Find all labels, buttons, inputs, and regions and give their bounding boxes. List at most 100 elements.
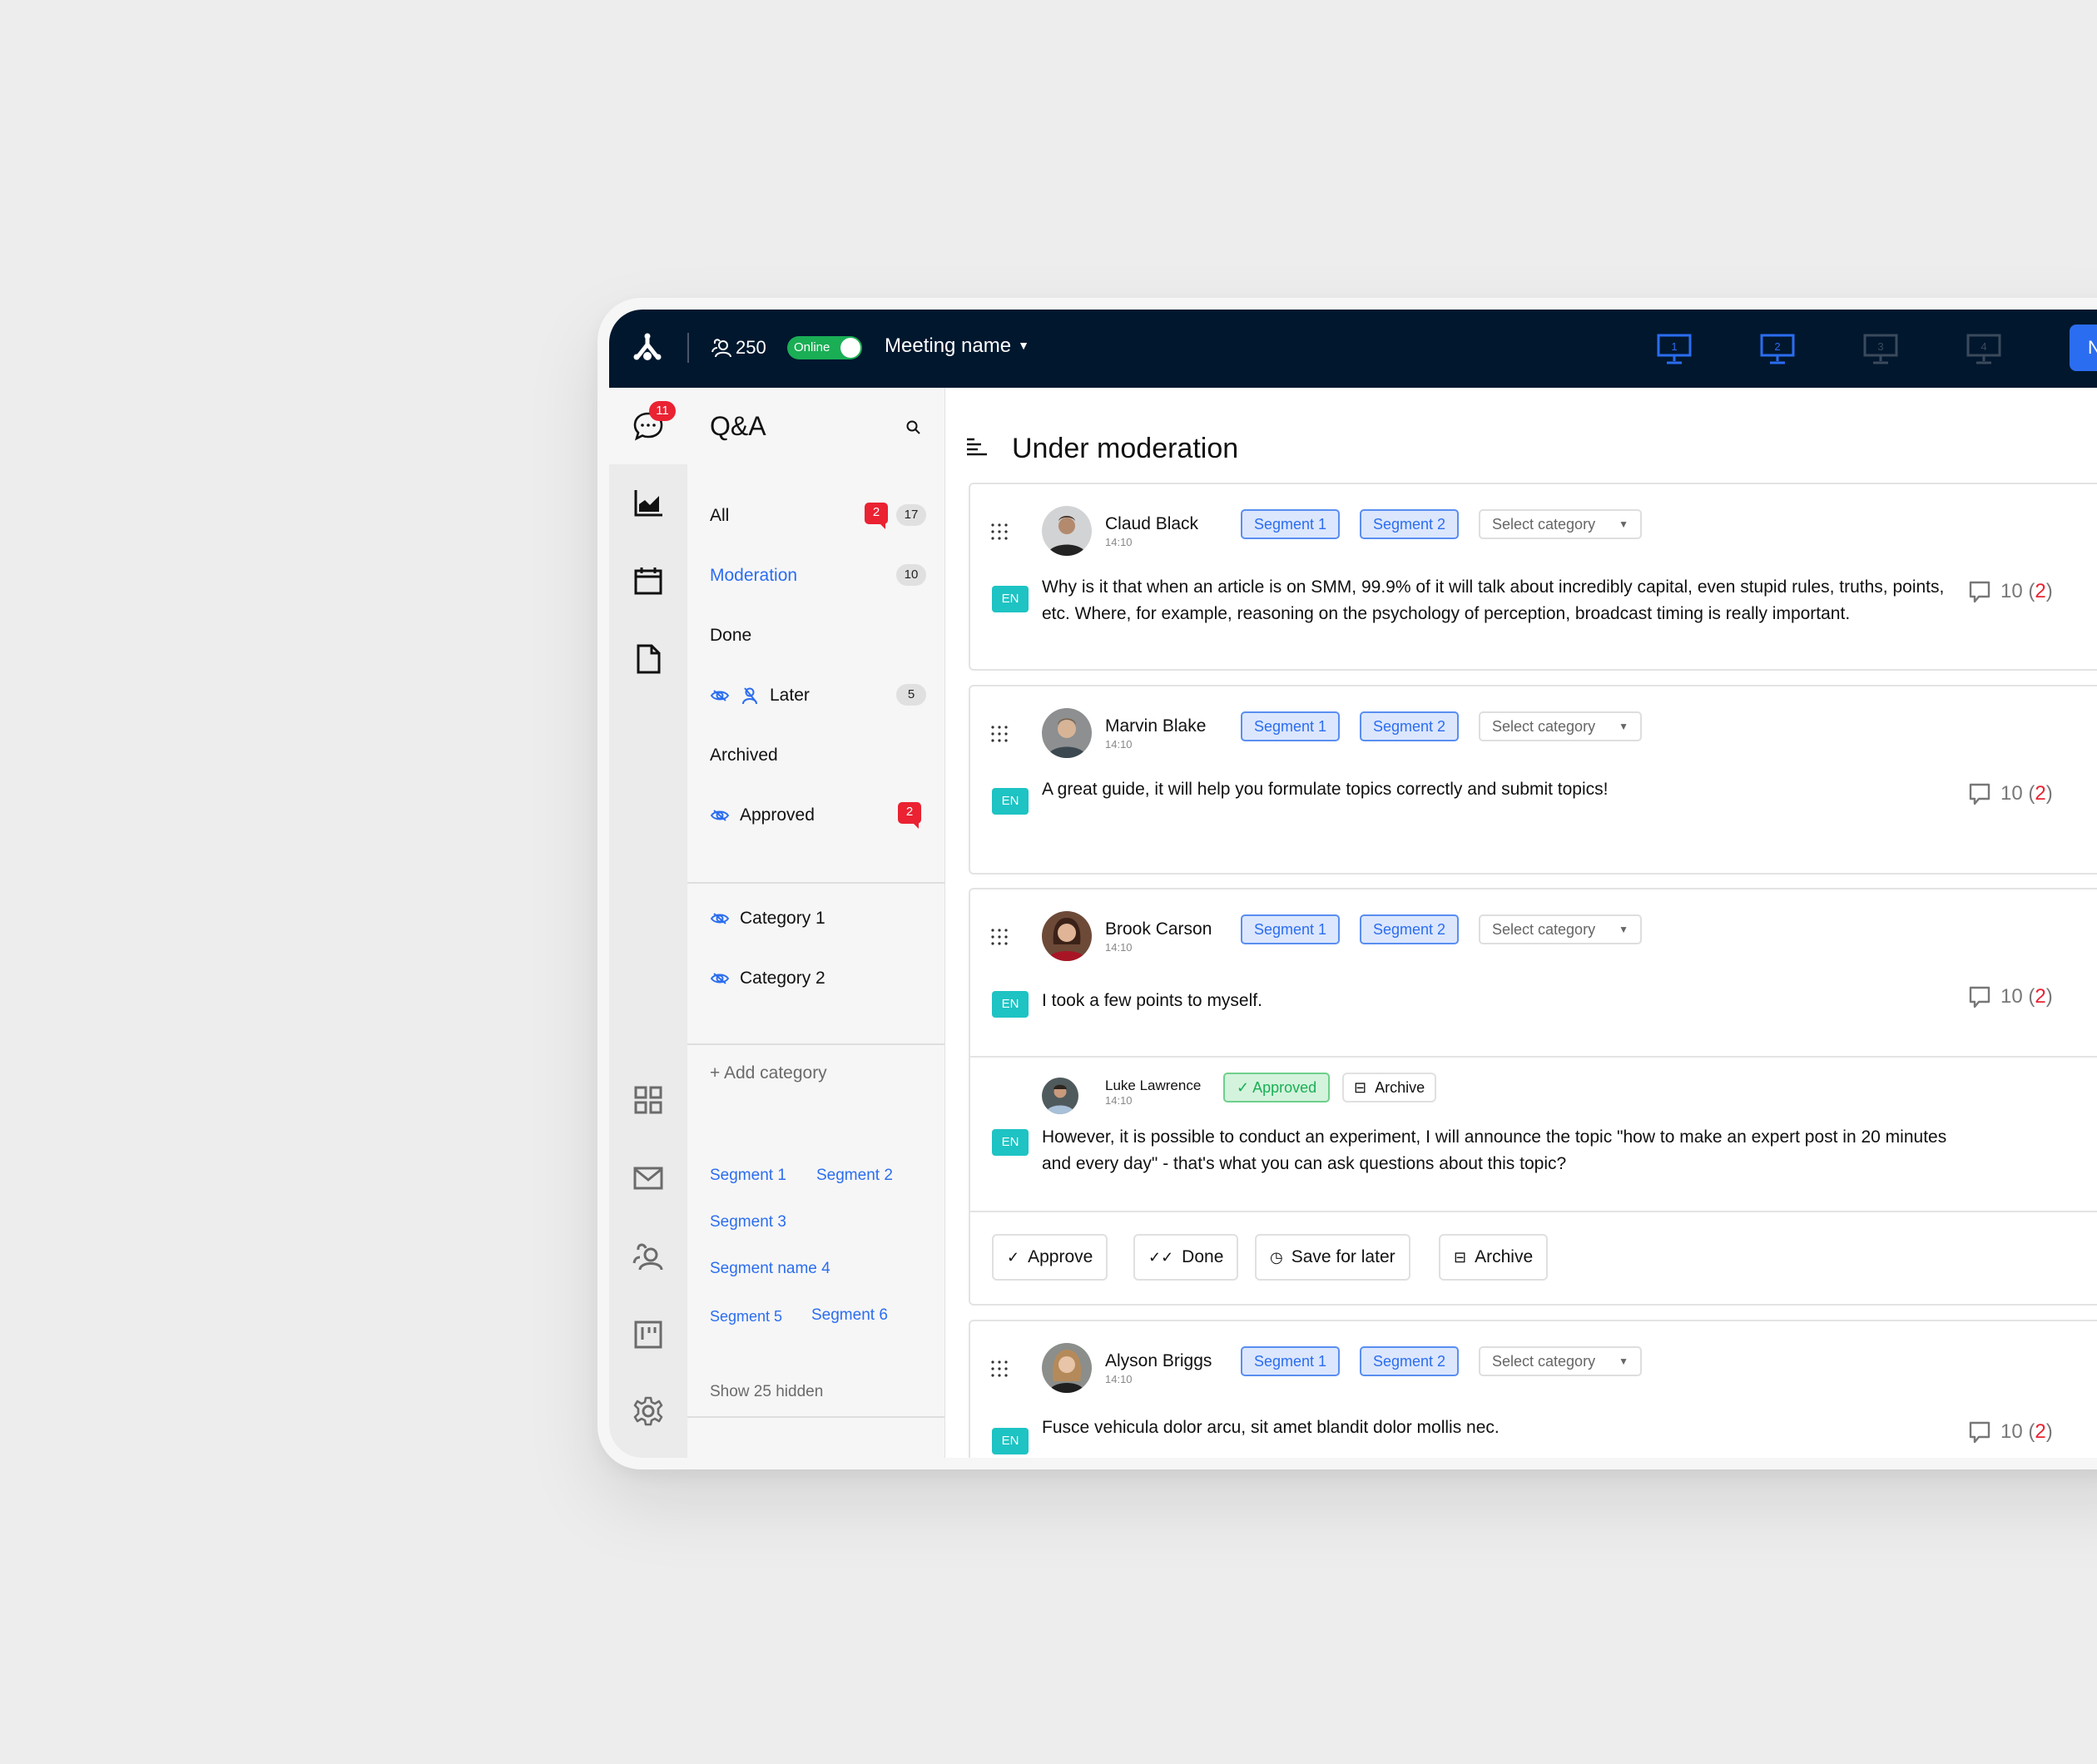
timestamp: 14:10 <box>1105 941 1133 954</box>
category-select[interactable]: Select category ▼ <box>1479 509 1642 539</box>
segment-link[interactable]: Segment 1 <box>710 1167 786 1185</box>
nav-item-approved[interactable]: Approved 2 <box>710 799 926 832</box>
rail-board-button[interactable] <box>632 1318 665 1351</box>
rail-documents-button[interactable] <box>632 642 665 676</box>
user-hidden-icon[interactable] <box>740 686 760 706</box>
button-label: Done <box>1182 1247 1224 1266</box>
qa-unread-badge: 11 <box>649 401 676 421</box>
rail-dashboard-button[interactable] <box>632 1083 665 1117</box>
show-hidden-link[interactable]: Show 25 hidden <box>710 1383 823 1401</box>
segment-link[interactable]: Segment 2 <box>816 1167 893 1185</box>
header-primary-button[interactable]: N <box>2070 325 2097 371</box>
segment-chip[interactable]: Segment 1 <box>1241 711 1341 741</box>
category-item-2[interactable]: Category 2 <box>710 962 926 995</box>
eye-hidden-icon[interactable] <box>710 686 730 706</box>
reply-timestamp: 14:10 <box>1105 1094 1133 1107</box>
new-comment-count: 2 <box>2035 985 2046 1008</box>
eye-hidden-icon[interactable] <box>710 909 730 929</box>
language-badge: EN <box>992 586 1029 612</box>
rail-mail-button[interactable] <box>632 1162 665 1195</box>
segment-link[interactable]: Segment name 4 <box>710 1260 830 1278</box>
new-comment-count: 2 <box>2035 782 2046 805</box>
select-placeholder: Select category <box>1492 921 1596 938</box>
search-icon[interactable] <box>905 419 922 436</box>
segment-chip[interactable]: Segment 2 <box>1360 914 1460 944</box>
segment-chip[interactable]: Segment 1 <box>1241 509 1341 539</box>
rail-settings-button[interactable] <box>632 1395 665 1428</box>
author-name: Alyson Briggs <box>1105 1351 1212 1370</box>
category-label: Category 2 <box>740 969 825 988</box>
screen-4-button[interactable]: 4 <box>1966 333 2002 366</box>
archive-button[interactable]: ⊟ Archive <box>1439 1234 1549 1281</box>
button-label: Archive <box>1375 1079 1425 1096</box>
drag-handle-icon[interactable] <box>990 523 1009 541</box>
segment-link[interactable]: Segment 5 <box>710 1308 782 1325</box>
drag-handle-icon[interactable] <box>990 1360 1009 1378</box>
comment-icon <box>1969 1421 1990 1444</box>
avatar <box>1042 506 1092 556</box>
analytics-icon <box>634 490 662 517</box>
segment-link[interactable]: Segment 3 <box>710 1213 786 1231</box>
eye-hidden-icon[interactable] <box>710 805 730 825</box>
comments-button[interactable]: 10 (2) <box>1967 984 2053 1009</box>
nav-item-later[interactable]: Later 5 <box>710 679 926 712</box>
nav-item-all[interactable]: All 2 17 <box>710 499 926 533</box>
panel-divider <box>687 882 944 884</box>
rail-analytics-button[interactable] <box>632 486 665 519</box>
category-select[interactable]: Select category ▼ <box>1479 1346 1642 1376</box>
avatar <box>1042 708 1092 758</box>
online-toggle[interactable]: Online <box>787 336 862 359</box>
eye-hidden-icon[interactable] <box>710 969 730 989</box>
reply-archive-button[interactable]: ⊟ Archive <box>1342 1073 1437 1102</box>
drag-handle-icon[interactable] <box>990 725 1009 743</box>
comment-icon <box>1969 581 1990 603</box>
question-card: Marvin Blake 14:10 Segment 1 Segment 2 S… <box>969 685 2097 875</box>
category-select[interactable]: Select category ▼ <box>1479 711 1642 741</box>
segment-chip[interactable]: Segment 1 <box>1241 1346 1341 1376</box>
add-category-button[interactable]: + Add category <box>710 1063 827 1083</box>
mail-icon <box>633 1167 663 1190</box>
approve-button[interactable]: ✓ Approve <box>992 1234 1108 1281</box>
segment-chip[interactable]: Segment 2 <box>1360 711 1460 741</box>
double-check-icon: ✓✓ <box>1148 1249 1174 1266</box>
nav-item-moderation[interactable]: Moderation 10 <box>710 559 926 592</box>
qa-list-panel: Q&A All 2 17 Moderation 10 Done Later 5 … <box>687 388 944 1458</box>
screen-1-button[interactable]: 1 <box>1656 333 1693 366</box>
segment-chip[interactable]: Segment 2 <box>1360 509 1460 539</box>
segment-chip[interactable]: Segment 2 <box>1360 1346 1460 1376</box>
app-logo-icon[interactable] <box>631 331 664 364</box>
meeting-selector[interactable]: Meeting name ▼ <box>885 334 1029 358</box>
nav-item-done[interactable]: Done <box>710 619 926 652</box>
comments-button[interactable]: 10 (2) <box>1967 781 2053 806</box>
done-button[interactable]: ✓✓ Done <box>1133 1234 1239 1281</box>
drag-handle-icon[interactable] <box>990 928 1009 946</box>
timestamp: 14:10 <box>1105 738 1133 751</box>
monitor-icon: 2 <box>1760 334 1795 364</box>
settings-icon <box>633 1396 663 1426</box>
segment-link[interactable]: Segment 6 <box>811 1306 888 1325</box>
timestamp: 14:10 <box>1105 536 1133 548</box>
icon-rail: 11 <box>609 388 687 1458</box>
rail-users-button[interactable] <box>632 1240 665 1273</box>
screen-3-label: 3 <box>1877 340 1883 353</box>
comments-button[interactable]: 10 (2) <box>1967 1420 2053 1444</box>
archive-icon: ⊟ <box>1454 1249 1467 1266</box>
count-badge: 17 <box>896 504 926 526</box>
save-for-later-button[interactable]: ◷ Save for later <box>1255 1234 1410 1281</box>
author-name: Marvin Blake <box>1105 716 1207 736</box>
nav-item-archived[interactable]: Archived <box>710 739 926 772</box>
panel-title: Q&A <box>710 411 766 441</box>
segment-chip[interactable]: Segment 1 <box>1241 914 1341 944</box>
count-badge: 5 <box>896 684 926 706</box>
screen-2-button[interactable]: 2 <box>1759 333 1796 366</box>
category-item-1[interactable]: Category 1 <box>710 902 926 935</box>
menu-lines-icon[interactable] <box>966 438 988 456</box>
category-select[interactable]: Select category ▼ <box>1479 914 1642 944</box>
comments-button[interactable]: 10 (2) <box>1967 579 2053 604</box>
caret-down-icon: ▼ <box>1619 1355 1629 1367</box>
screen-2-label: 2 <box>1774 340 1780 353</box>
language-badge: EN <box>992 1129 1029 1156</box>
screen-3-button[interactable]: 3 <box>1862 333 1899 366</box>
rail-calendar-button[interactable] <box>632 564 665 597</box>
question-card: Claud Black 14:10 Segment 1 Segment 2 Se… <box>969 483 2097 671</box>
